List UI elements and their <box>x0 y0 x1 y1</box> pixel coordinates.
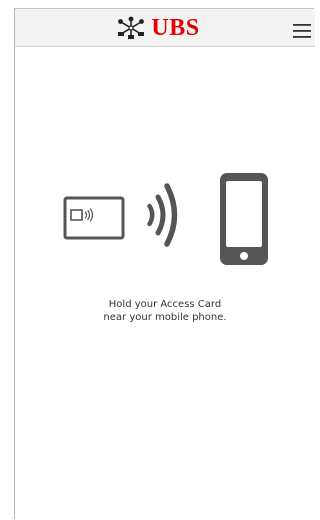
instruction-line-2: near your mobile phone. <box>103 312 227 323</box>
contactless-waves-icon <box>147 183 178 247</box>
instruction-line-1: Hold your Access Card <box>108 299 222 310</box>
nfc-illustration <box>63 173 268 265</box>
app-screen: UBS Hold your Access Card near your mobi… <box>14 8 315 519</box>
instruction-text: Hold your Access Card near your mobile p… <box>15 298 315 324</box>
mobile-phone-icon <box>220 173 268 265</box>
access-card-icon <box>63 196 125 240</box>
